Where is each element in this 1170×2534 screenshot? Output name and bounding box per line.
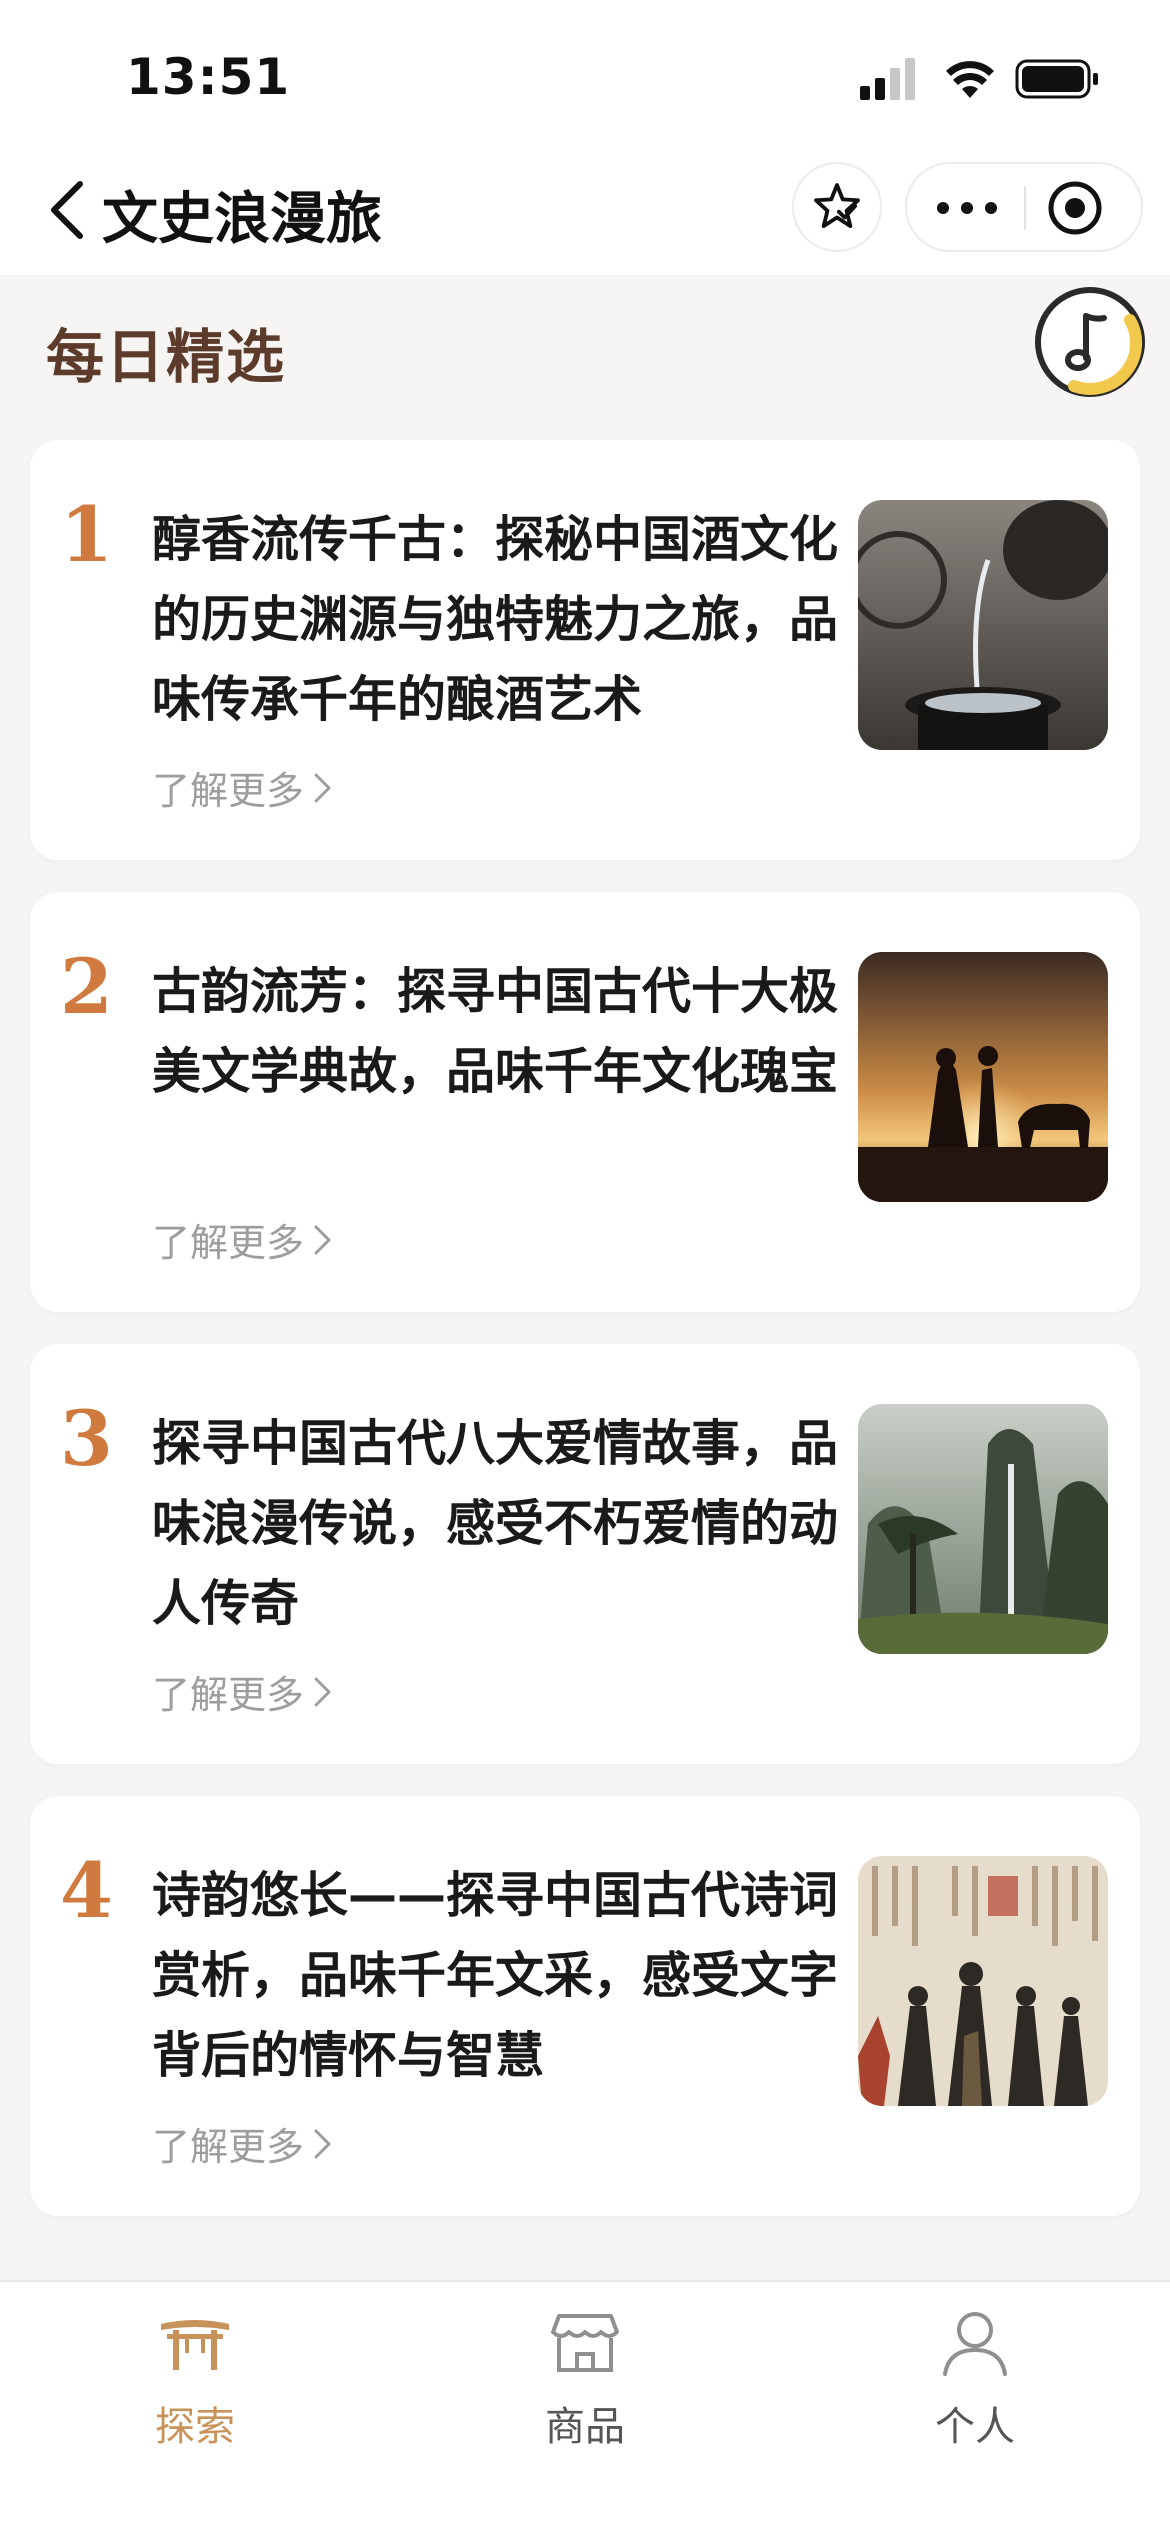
page-title: 文史浪漫旅: [102, 187, 382, 252]
article-title[interactable]: 探寻中国古代八大爱情故事，品味浪漫传说，感受不朽爱情的动人传奇: [152, 1404, 852, 1644]
ancient-scholars-image[interactable]: [858, 1856, 1108, 2106]
more-dots-icon[interactable]: [929, 184, 1005, 232]
status-icons: [860, 58, 1098, 100]
nav-bar: 文史浪漫旅: [0, 150, 1170, 275]
chevron-right-icon: [314, 773, 331, 802]
learn-more-label: 了解更多: [152, 769, 305, 813]
article-title[interactable]: 醇香流传千古：探秘中国酒文化的历史渊源与独特魅力之旅，品味传承千年的酿酒艺术: [152, 500, 852, 740]
tab-bar: 探索 商品 个人: [0, 2280, 1170, 2534]
music-note-icon[interactable]: [1034, 286, 1146, 398]
article-card[interactable]: 2 古韵流芳：探寻中国古代十大极美文学典故，品味千年文化瑰宝 了解更多: [30, 892, 1140, 1312]
tab-products[interactable]: 商品: [390, 2282, 780, 2472]
tab-profile[interactable]: 个人: [780, 2282, 1170, 2472]
close-target-icon[interactable]: [1045, 178, 1105, 238]
article-card[interactable]: 4 诗韵悠长——探寻中国古代诗词赏析，品味千年文采，感受文字背后的情怀与智慧 了…: [30, 1796, 1140, 2216]
favorite-button[interactable]: [792, 162, 882, 252]
learn-more-label: 了解更多: [152, 1673, 305, 1717]
chevron-right-icon: [314, 1677, 331, 1706]
capsule-divider: [1024, 186, 1026, 230]
battery-icon: [1015, 59, 1098, 99]
learn-more-link[interactable]: 了解更多: [152, 1664, 334, 1719]
store-icon: [551, 2314, 619, 2372]
mini-program-capsule: [905, 162, 1143, 252]
learn-more-label: 了解更多: [152, 2125, 305, 2169]
article-card[interactable]: 3 探寻中国古代八大爱情故事，品味浪漫传说，感受不朽爱情的动人传奇 了解更多: [30, 1344, 1140, 1764]
cellular-signal-icon: [860, 58, 915, 100]
tab-label: 个人: [935, 2404, 1015, 2450]
chevron-right-icon: [314, 1225, 331, 1254]
tab-label: 商品: [545, 2404, 625, 2450]
learn-more-link[interactable]: 了解更多: [152, 1212, 334, 1267]
article-rank: 4: [60, 1846, 113, 1935]
article-title[interactable]: 古韵流芳：探寻中国古代十大极美文学典故，品味千年文化瑰宝: [152, 952, 852, 1112]
person-icon: [943, 2312, 1007, 2376]
tab-explore[interactable]: 探索: [0, 2282, 390, 2472]
sunset-couple-image[interactable]: [858, 952, 1108, 1202]
status-bar: 13:51: [0, 0, 1170, 150]
gate-icon: [161, 2320, 229, 2370]
back-chevron-icon[interactable]: [40, 170, 100, 250]
ink-landscape-image[interactable]: [858, 1404, 1108, 1654]
tab-label: 探索: [155, 2404, 235, 2450]
article-title[interactable]: 诗韵悠长——探寻中国古代诗词赏析，品味千年文采，感受文字背后的情怀与智慧: [152, 1856, 852, 2096]
wine-pouring-image[interactable]: [858, 500, 1108, 750]
learn-more-link[interactable]: 了解更多: [152, 2116, 334, 2171]
article-rank: 1: [60, 490, 113, 579]
learn-more-label: 了解更多: [152, 1221, 305, 1265]
chevron-right-icon: [314, 2129, 331, 2158]
article-rank: 3: [60, 1394, 113, 1483]
status-time: 13:51: [126, 48, 291, 106]
star-icon: [814, 183, 860, 229]
wifi-icon: [946, 61, 994, 98]
section-title: 每日精选: [46, 323, 287, 391]
article-rank: 2: [60, 942, 113, 1031]
learn-more-link[interactable]: 了解更多: [152, 760, 334, 815]
article-card[interactable]: 1 醇香流传千古：探秘中国酒文化的历史渊源与独特魅力之旅，品味传承千年的酿酒艺术…: [30, 440, 1140, 860]
